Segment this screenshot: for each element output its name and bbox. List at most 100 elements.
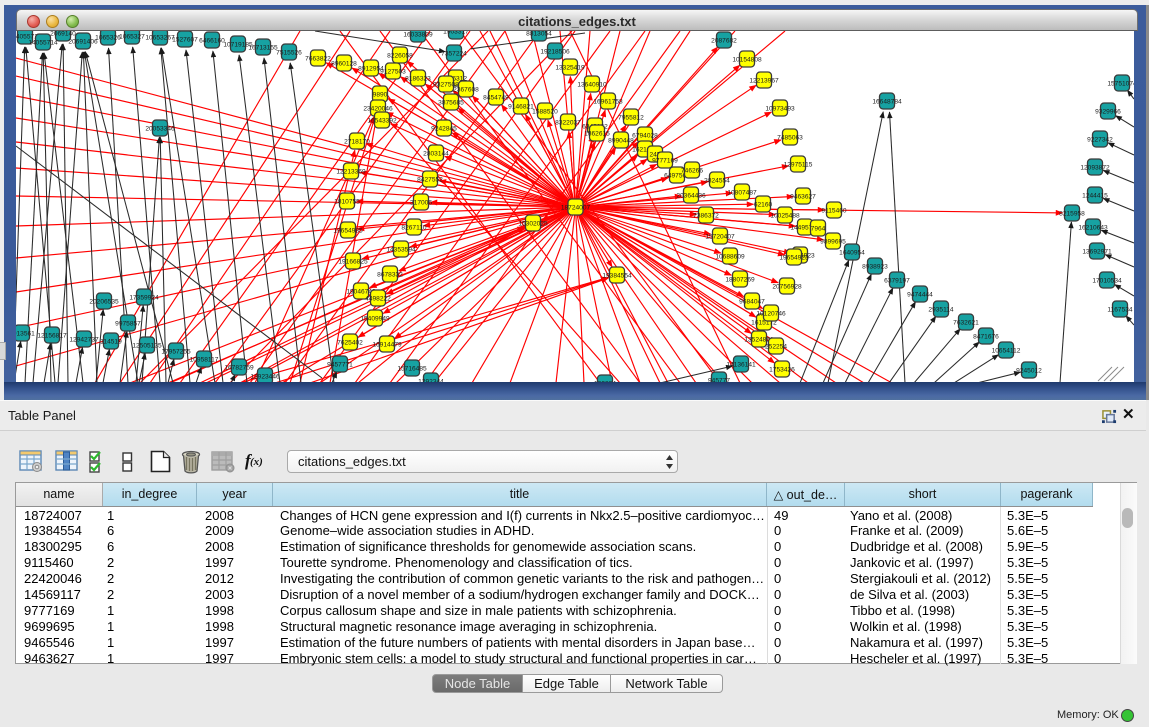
svg-text:8960128: 8960128 xyxy=(331,61,357,68)
svg-text:9777169: 9777169 xyxy=(652,158,678,165)
svg-text:19654985: 19654985 xyxy=(333,228,363,235)
svg-text:114519: 114519 xyxy=(100,339,122,346)
svg-text:9913561: 9913561 xyxy=(16,331,35,338)
svg-text:12156817: 12156817 xyxy=(37,333,67,340)
svg-text:16648784: 16648784 xyxy=(872,99,902,106)
svg-text:16543392: 16543392 xyxy=(367,118,397,125)
svg-text:12923446: 12923446 xyxy=(250,374,280,381)
svg-text:10973493: 10973493 xyxy=(765,106,795,113)
svg-text:(x): (x) xyxy=(250,456,263,468)
svg-text:4498222: 4498222 xyxy=(365,296,391,303)
svg-text:7964: 7964 xyxy=(811,226,826,233)
svg-text:2367608: 2367608 xyxy=(453,87,479,94)
svg-text:8322037: 8322037 xyxy=(555,120,581,127)
svg-text:10807487: 10807487 xyxy=(727,190,757,197)
svg-text:8427552: 8427552 xyxy=(417,177,443,184)
svg-text:2718170: 2718170 xyxy=(344,139,370,146)
svg-text:7663822: 7663822 xyxy=(305,56,331,63)
svg-text:20364436: 20364436 xyxy=(676,193,706,200)
svg-text:10654112: 10654112 xyxy=(992,348,1021,355)
svg-text:2069140: 2069140 xyxy=(50,31,76,38)
svg-text:2803144: 2803144 xyxy=(423,151,449,158)
svg-text:7515526: 7515526 xyxy=(276,50,302,57)
svg-text:10025488: 10025488 xyxy=(770,213,800,220)
svg-text:1810755: 1810755 xyxy=(334,199,360,206)
svg-text:16961758: 16961758 xyxy=(593,99,623,106)
svg-text:1362615: 1362615 xyxy=(584,131,610,138)
svg-text:18724007: 18724007 xyxy=(561,205,591,212)
svg-text:20691406: 20691406 xyxy=(68,39,98,46)
svg-text:1903317: 1903317 xyxy=(443,31,469,36)
svg-text:8678332: 8678332 xyxy=(377,272,403,279)
svg-text:20756928: 20756928 xyxy=(772,284,802,291)
svg-text:12213967: 12213967 xyxy=(749,78,779,85)
svg-text:8215958: 8215958 xyxy=(1059,211,1085,218)
svg-text:12505135: 12505135 xyxy=(132,343,162,350)
svg-text:16713155: 16713155 xyxy=(248,45,278,52)
svg-text:6466160: 6466160 xyxy=(199,38,225,45)
svg-text:12975115: 12975115 xyxy=(784,162,813,169)
svg-text:9684047: 9684047 xyxy=(739,299,765,306)
svg-text:9890: 9890 xyxy=(373,92,388,99)
svg-text:1527607: 1527607 xyxy=(172,37,198,44)
svg-text:7357224: 7357224 xyxy=(441,51,467,58)
svg-text:9474444: 9474444 xyxy=(907,292,933,299)
svg-text:6794028: 6794028 xyxy=(632,133,658,140)
svg-text:14353594: 14353594 xyxy=(386,247,416,254)
svg-text:9146821: 9146821 xyxy=(508,104,534,111)
svg-text:16914479: 16914479 xyxy=(372,342,402,349)
svg-text:10120746: 10120746 xyxy=(756,311,786,318)
svg-text:16033809: 16033809 xyxy=(403,32,433,39)
svg-text:15716485: 15716485 xyxy=(397,366,427,373)
svg-text:19218506: 19218506 xyxy=(540,49,570,56)
svg-text:13640910: 13640910 xyxy=(577,82,607,89)
svg-text:2087682: 2087682 xyxy=(711,38,737,45)
svg-text:9899695: 9899695 xyxy=(820,239,846,246)
svg-text:7485063: 7485063 xyxy=(777,135,803,142)
svg-text:9242845: 9242845 xyxy=(431,126,457,133)
svg-text:16782759: 16782759 xyxy=(224,365,254,372)
svg-text:18807269: 18807269 xyxy=(725,277,755,284)
svg-text:7955812: 7955812 xyxy=(618,115,644,122)
svg-text:9115460: 9115460 xyxy=(821,208,847,215)
svg-text:1588520: 1588520 xyxy=(532,109,558,116)
svg-text:16210643: 16210643 xyxy=(1078,225,1108,232)
svg-text:20053346: 20053346 xyxy=(145,126,175,133)
svg-text:8226058: 8226058 xyxy=(387,53,413,60)
svg-text:15751074: 15751074 xyxy=(1107,81,1134,88)
svg-text:10958117: 10958117 xyxy=(190,357,219,364)
svg-text:9227342: 9227342 xyxy=(1087,137,1113,144)
svg-text:15302025: 15302025 xyxy=(518,221,548,228)
svg-text:6379197: 6379197 xyxy=(884,278,910,285)
svg-text:62160: 62160 xyxy=(754,202,773,209)
svg-text:1244415: 1244415 xyxy=(1082,193,1108,200)
svg-text:9457771: 9457771 xyxy=(327,362,353,369)
svg-text:14136141: 14136141 xyxy=(726,362,756,369)
svg-text:19654923: 19654923 xyxy=(779,255,809,262)
svg-text:3824554: 3824554 xyxy=(704,178,730,185)
svg-text:13692971: 13692971 xyxy=(1082,249,1112,256)
svg-text:9463627: 9463627 xyxy=(790,194,816,201)
svg-text:8813054: 8813054 xyxy=(526,31,552,38)
svg-text:8471676: 8471676 xyxy=(973,334,999,341)
svg-text:7625402: 7625402 xyxy=(337,340,363,347)
svg-text:8454749: 8454749 xyxy=(483,95,509,102)
svg-text:10653267: 10653267 xyxy=(145,35,175,42)
svg-text:746266: 746266 xyxy=(681,168,703,175)
svg-text:14055714: 14055714 xyxy=(28,40,58,47)
svg-text:317006: 317006 xyxy=(410,200,432,207)
svg-text:13325419: 13325419 xyxy=(555,65,585,72)
svg-text:8267110: 8267110 xyxy=(401,225,427,232)
svg-text:17010534: 17010534 xyxy=(1092,278,1122,285)
svg-text:9127503: 9127503 xyxy=(380,69,406,76)
svg-text:7632621: 7632621 xyxy=(953,320,979,327)
svg-text:20206535: 20206535 xyxy=(89,299,119,306)
svg-text:19166825: 19166825 xyxy=(338,259,368,266)
svg-text:1167534: 1167534 xyxy=(1107,307,1133,314)
svg-text:15409949: 15409949 xyxy=(360,316,390,323)
svg-text:8938923: 8938923 xyxy=(862,264,888,271)
svg-text:1065326: 1065326 xyxy=(95,35,121,42)
svg-text:1753426: 1753426 xyxy=(769,367,795,374)
svg-text:17359924: 17359924 xyxy=(129,295,159,302)
svg-text:10154808: 10154808 xyxy=(732,57,762,64)
